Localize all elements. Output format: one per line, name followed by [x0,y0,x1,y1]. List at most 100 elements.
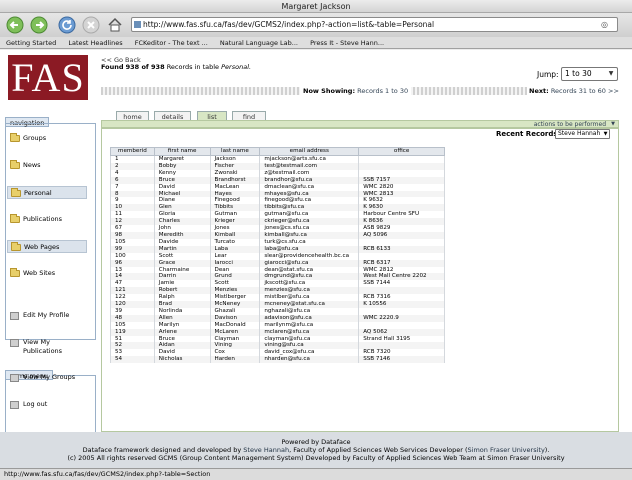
table-cell: Gutman [209,211,261,219]
table-row[interactable]: 10 Glen Tibbits tibbits@sfu.ca K 9630 [110,204,445,212]
table-cell: Vining [209,342,261,350]
table-row[interactable]: 7 David MacLean dmaclean@sfu.ca WMC 2820 [110,183,445,191]
table-row[interactable]: 14 Darrin Grund dmgrund@sfu.ca West Mall Cen… [110,273,445,281]
table-row[interactable]: 12 Charles Krieger ckrieger@sfu.ca K 8636 [110,218,445,226]
next-records-link[interactable]: Next: Records 31 to 60 >> [527,86,621,96]
url-input[interactable]: http://www.fas.sfu.ca/fas/dev/GCMS2/inde… [131,17,618,32]
table-cell: kimball@sfu.ca [259,231,360,239]
table-row[interactable]: 119 Arlene McLaren mclaren@sfu.ca AQ 5062 [110,328,445,336]
table-cell: Dean [209,266,261,274]
table-cell: Turcato [209,238,261,246]
menu-view-publications[interactable]: View My Publications [7,338,77,356]
go-icon[interactable]: ◎ [601,19,615,30]
table-cell: david_cox@sfu.ca [259,349,360,357]
table-row[interactable]: 122 Ralph Mistlberger mistlber@sfu.ca RCB 73… [110,294,445,302]
table-row[interactable]: 2 Bobby Fischer test@testmail.com [110,162,445,170]
menu-edit-profile[interactable]: Edit My Profile [7,311,91,320]
table-cell: slear@providencehealth.bc.ca [259,252,360,260]
menu-view-groups[interactable]: View My Groups [7,373,91,382]
table-row[interactable]: 54 Nicholas Harden nharden@sfu.ca SSB 7146 [110,356,445,364]
table-row[interactable]: 120 Brad McNeney mcneney@stat.sfu.ca K 10556 [110,301,445,308]
table-cell: ckrieger@sfu.ca [259,218,360,226]
back-icon[interactable] [6,16,24,34]
nav-item-web-sites[interactable]: Web Sites [7,267,87,280]
table-cell: Ralph [153,294,211,302]
table-cell: David [153,349,211,357]
folder-icon [10,160,20,169]
table-row[interactable]: 4 Kenny Zwonski z@testmail.com [110,169,445,177]
menu-log-out[interactable]: Log out [7,400,91,409]
nav-item-personal[interactable]: Personal [7,186,87,199]
nav-item-news[interactable]: News [7,159,87,172]
actions-bar[interactable]: actions to be performed ▼ [101,120,619,128]
reload-icon[interactable] [58,16,76,34]
bookmark-fckeditor[interactable]: FCKeditor - The text ... [135,37,208,48]
column-header-email[interactable]: email address [259,147,360,156]
nav-item-publications[interactable]: Publications [7,213,87,226]
table-row[interactable]: 100 Scott Lear slear@providencehealth.bc.ca [110,252,445,260]
table-cell: 51 [110,335,155,343]
nav-item-groups[interactable]: Groups [7,132,87,145]
table-row[interactable]: 52 Aidan Vining vining@sfu.ca [110,342,445,350]
table-row[interactable]: 67 John Jones jones@cs.sfu.ca ASB 9829 [110,225,445,232]
footer-copyright: (c) 2005 All rights reserved GCMS (Group… [67,454,565,462]
table-cell: test@testmail.com [259,162,360,170]
page-content: FAS << Go Back Found 938 of 938 Records … [0,50,632,468]
table-cell: K 8636 [358,218,445,226]
table-row[interactable]: 105 Marilyn MacDonald marilynm@sfu.ca [110,321,445,329]
table-cell: gutman@sfu.ca [259,211,360,219]
table-cell: giarocci@sfu.ca [259,259,360,267]
table-cell: WMC 2813 [358,190,445,198]
forward-icon[interactable] [30,16,48,34]
table-cell: 39 [110,307,155,315]
table-cell: brandhor@sfu.ca [259,176,360,184]
home-icon[interactable] [106,16,124,34]
bookmark-natural-language[interactable]: Natural Language Lab... [220,37,298,48]
bookmark-press-it[interactable]: Press It - Steve Hann... [310,37,384,48]
table-cell: menzies@sfu.ca [259,287,360,295]
table-cell: Davison [209,314,261,322]
folder-icon [10,214,20,223]
table-row[interactable]: 96 Grace Iarocci giarocci@sfu.ca RCB 6317 [110,259,445,267]
table-row[interactable]: 13 Charmaine Dean dean@stat.sfu.ca WMC 2812 [110,266,445,274]
table-cell: Krieger [209,218,261,226]
table-row[interactable]: 47 Jamie Scott jkscott@sfu.ca SSB 7144 [110,280,445,288]
table-row[interactable]: 48 Allen Davison adavison@sfu.ca WMC 2220.9 [110,314,445,322]
table-row[interactable]: 105 Davide Turcato turk@cs.sfu.ca [110,238,445,246]
table-row[interactable]: 6 Bruce Brandhorst brandhor@sfu.ca SSB 7157 [110,176,445,184]
table-row[interactable]: 121 Robert Menzies menzies@sfu.ca [110,287,445,295]
bookmark-getting-started[interactable]: Getting Started [6,37,56,48]
powered-by: Powered by Dataface [281,438,351,446]
column-header-memberid[interactable]: memberid [110,147,155,156]
table-cell: Charmaine [153,266,211,274]
stop-icon[interactable] [82,16,100,34]
column-header-first-name[interactable]: first name [153,147,211,156]
table-row[interactable]: 98 Meredith Kimball kimball@sfu.ca AQ 5096 [110,231,445,239]
recent-records-select[interactable]: Steve Hannah ▼ [555,129,610,139]
table-row[interactable]: 11 Gloria Gutman gutman@sfu.ca Harbour Centr… [110,211,445,219]
table-row[interactable]: 1 Margaret Jackson mjackson@arts.sfu.ca [110,155,445,163]
table-cell: K 9630 [358,204,445,212]
bookmark-latest-headlines[interactable]: Latest Headlines [68,37,122,48]
nav-item-web-pages[interactable]: Web Pages [7,240,87,253]
column-header-last-name[interactable]: last name [209,147,261,156]
table-row[interactable]: 9 Diane Finegood finegood@sfu.ca K 9632 [110,197,445,205]
table-row[interactable]: 51 Bruce Clayman clayman@sfu.ca Strand Hall … [110,335,445,343]
table-cell: Michael [153,190,211,198]
table-cell: Ghazali [209,307,261,315]
column-header-office[interactable]: office [358,147,445,156]
table-row[interactable]: 39 Norlinda Ghazali nghazali@sfu.ca [110,307,445,315]
table-cell: WMC 2220.9 [358,314,445,322]
table-row[interactable]: 53 David Cox david_cox@sfu.ca RCB 7320 [110,349,445,357]
document-icon [10,401,19,409]
fas-logo: FAS [8,55,88,100]
table-row[interactable]: 8 Michael Hayes mhayes@sfu.ca WMC 2813 [110,190,445,198]
university-link[interactable]: Simon Fraser University [468,446,545,454]
table-cell: AQ 5096 [358,231,445,239]
jump-select[interactable]: 1 to 30 ▼ [561,67,618,81]
table-row[interactable]: 99 Martin Laba laba@sfu.ca RCB 6133 [110,245,445,253]
author-link[interactable]: Steve Hannah [243,446,289,454]
table-cell: SSB 7157 [358,176,445,184]
table-cell: Zwonski [209,169,261,177]
table-cell: Strand Hall 3195 [358,335,445,343]
